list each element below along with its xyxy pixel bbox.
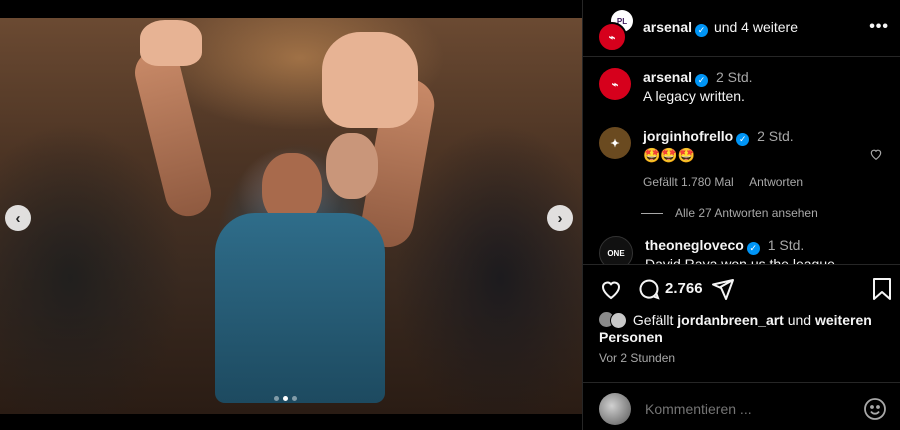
caption: ⌁ arsenal ✓ 2 Std. A legacy written. xyxy=(599,68,753,106)
divider xyxy=(583,382,900,383)
caption-body: arsenal ✓ 2 Std. A legacy written. xyxy=(643,68,753,106)
comment-likes[interactable]: Gefällt 1.780 Mal xyxy=(643,175,734,189)
divider xyxy=(583,264,900,265)
photo-fist-left xyxy=(140,20,202,66)
post-details-panel: PL ⌁ arsenal ✓ und 4 weitere ••• ⌁ arsena… xyxy=(582,0,900,430)
comment-item: ✦ jorginhofrello ✓ 2 Std. 🤩🤩🤩 Gefällt 1.7… xyxy=(599,127,803,192)
liker-avatar xyxy=(610,312,627,329)
post-header: PL ⌁ arsenal ✓ und 4 weitere ••• xyxy=(583,0,900,57)
comment-username[interactable]: jorginhofrello xyxy=(643,128,733,144)
verified-badge-icon: ✓ xyxy=(695,24,709,37)
comment-input[interactable] xyxy=(643,400,857,418)
comment-like-heart-icon[interactable] xyxy=(869,147,885,163)
likers-avatars xyxy=(599,311,627,329)
photo-fist-right xyxy=(322,32,418,128)
reply-button[interactable]: Antworten xyxy=(749,175,803,189)
bookmark-icon[interactable] xyxy=(871,277,893,306)
comment-body: jorginhofrello ✓ 2 Std. 🤩🤩🤩 Gefällt 1.780… xyxy=(643,127,803,192)
comment-clip: ONE theonegloveco ✓ 1 Std. David Raya won… xyxy=(583,234,900,264)
caption-time: 2 Std. xyxy=(715,69,753,85)
likes-user[interactable]: jordanbreen_art xyxy=(677,312,784,328)
comment-text: David Raya won us the league xyxy=(645,256,835,264)
header-username[interactable]: arsenal xyxy=(643,19,692,35)
caption-text: A legacy written. xyxy=(643,88,745,104)
arsenal-avatar: ⌁ xyxy=(597,22,627,52)
post-timestamp[interactable]: Vor 2 Stunden xyxy=(599,351,675,365)
action-bar: 2.766 xyxy=(599,275,891,306)
comment-input-row xyxy=(583,388,900,430)
heart-icon[interactable] xyxy=(599,277,623,306)
comment-count: 2.766 xyxy=(665,280,703,297)
photo-jersey xyxy=(215,213,385,403)
comment-time: 2 Std. xyxy=(757,128,794,144)
caption-username[interactable]: arsenal xyxy=(643,69,692,85)
photo-face-2 xyxy=(326,133,378,199)
commenter-avatar[interactable]: ONE xyxy=(599,236,633,264)
user-avatar xyxy=(599,393,631,425)
view-replies-button[interactable]: Alle 27 Antworten ansehen xyxy=(641,206,818,220)
verified-badge-icon: ✓ xyxy=(736,133,750,146)
likes-prefix: Gefällt xyxy=(632,312,674,328)
carousel-dot xyxy=(274,396,279,401)
carousel-next-button[interactable]: › xyxy=(547,205,573,231)
comment-icon[interactable] xyxy=(637,277,661,306)
photo-arm-left xyxy=(130,44,216,222)
verified-badge-icon: ✓ xyxy=(746,242,760,255)
replies-line xyxy=(641,212,663,214)
more-horizontal-icon[interactable]: ••• xyxy=(869,18,889,36)
emoji-icon[interactable] xyxy=(863,397,887,426)
caption-avatar[interactable]: ⌁ xyxy=(599,68,631,100)
post-media[interactable]: ‹ › xyxy=(0,0,582,430)
header-coauthors[interactable]: und 4 weitere xyxy=(714,19,798,35)
carousel-dot-active xyxy=(283,396,288,401)
share-icon[interactable] xyxy=(711,277,735,306)
post-photo xyxy=(0,18,582,414)
comment-time: 1 Std. xyxy=(767,237,805,253)
view-replies-label: Alle 27 Antworten ansehen xyxy=(675,206,818,220)
comment-text: 🤩🤩🤩 xyxy=(643,147,696,163)
verified-badge-icon: ✓ xyxy=(695,74,709,87)
author-avatars[interactable]: PL ⌁ xyxy=(597,10,633,52)
comment-body: theonegloveco ✓ 1 Std. David Raya won us … xyxy=(645,236,835,264)
comment-username[interactable]: theonegloveco xyxy=(645,237,744,253)
likes-middle: und xyxy=(787,312,812,328)
comment-meta: Gefällt 1.780 Mal Antworten xyxy=(643,173,803,192)
header-authors: arsenal ✓ und 4 weitere xyxy=(643,19,798,37)
commenter-avatar[interactable]: ✦ xyxy=(599,127,631,159)
carousel-prev-button[interactable]: ‹ xyxy=(5,205,31,231)
carousel-dots xyxy=(274,396,297,401)
carousel-dot xyxy=(292,396,297,401)
likes-summary: Gefällt jordanbreen_art und weiteren Per… xyxy=(599,311,889,346)
comment-item: ONE theonegloveco ✓ 1 Std. David Raya won… xyxy=(599,236,835,264)
